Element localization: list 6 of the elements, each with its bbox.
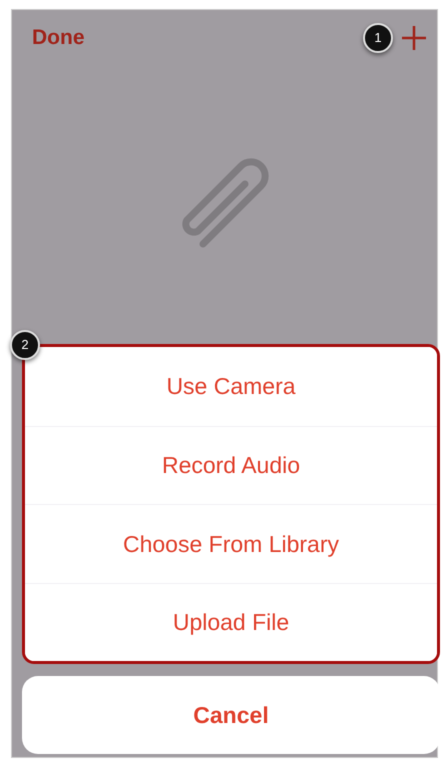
done-button[interactable]: Done <box>32 22 84 54</box>
add-button[interactable] <box>401 25 427 51</box>
cancel-button[interactable]: Cancel <box>22 676 440 754</box>
callout-marker: 1 <box>363 23 393 53</box>
action-sheet-item[interactable]: Upload File <box>25 582 437 661</box>
callout-marker: 2 <box>10 330 40 360</box>
